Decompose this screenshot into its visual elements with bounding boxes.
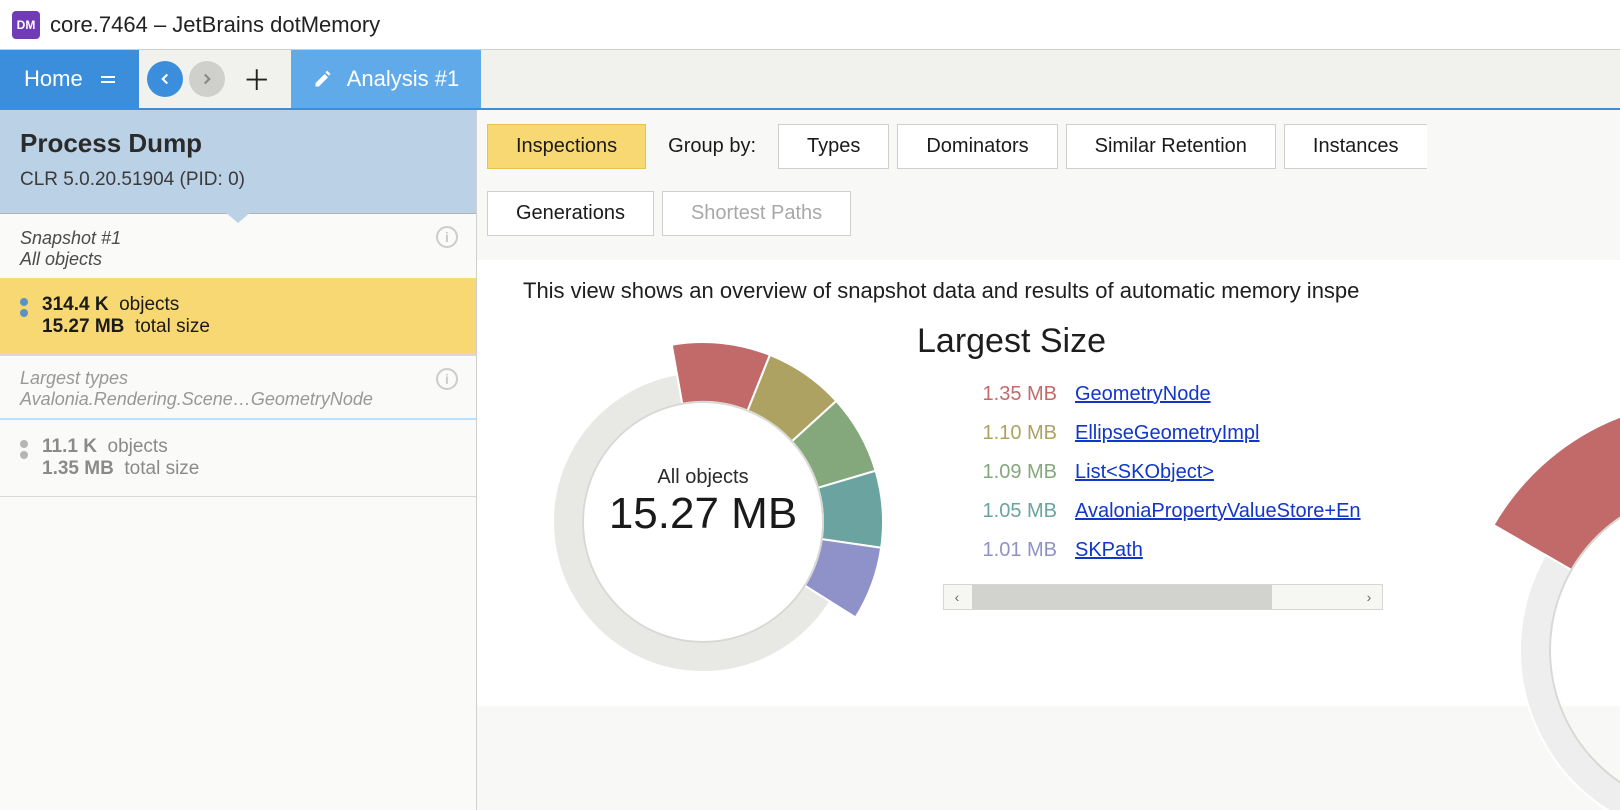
- legend-size: 1.35 MB: [957, 383, 1057, 406]
- window-title: core.7464 – JetBrains dotMemory: [50, 12, 380, 38]
- snapshot-header[interactable]: Snapshot #1 All objects i: [0, 214, 476, 278]
- donut-sub: All objects: [657, 466, 748, 489]
- process-dump-header[interactable]: Process Dump CLR 5.0.20.51904 (PID: 0): [0, 110, 476, 214]
- arrow-left-icon: [156, 70, 174, 88]
- view-tabs: Inspections Group by: Types Dominators S…: [477, 124, 1620, 236]
- objects-icon: [20, 436, 28, 459]
- process-dump-subtitle: CLR 5.0.20.51904 (PID: 0): [20, 169, 456, 191]
- scroll-thumb[interactable]: [972, 585, 1272, 609]
- snapshot-scope: All objects: [20, 249, 456, 270]
- info-icon[interactable]: i: [436, 368, 458, 390]
- add-button[interactable]: ＋: [231, 59, 283, 99]
- forward-button: [189, 61, 225, 97]
- largest-types-subtitle: Avalonia.Rendering.Scene…GeometryNode: [20, 389, 456, 410]
- home-label: Home: [24, 66, 83, 92]
- objects-icon: [20, 294, 28, 317]
- secondary-donut: [1460, 400, 1620, 810]
- legend-link[interactable]: EllipseGeometryImpl: [1075, 422, 1260, 445]
- overview-description: This view shows an overview of snapshot …: [523, 278, 1620, 304]
- snapshot-card-all-objects[interactable]: 314.4 K objects 15.27 MB total size: [0, 278, 476, 355]
- legend-scrollbar[interactable]: ‹ ›: [943, 584, 1383, 610]
- analysis-tab[interactable]: Analysis #1: [291, 50, 482, 108]
- largest-types-title: Largest types: [20, 368, 456, 389]
- main-panel: Inspections Group by: Types Dominators S…: [477, 110, 1620, 810]
- largest-objects-line: 11.1 K objects: [42, 436, 199, 458]
- arrow-right-icon: [198, 70, 216, 88]
- back-button[interactable]: [147, 61, 183, 97]
- tab-similar-retention[interactable]: Similar Retention: [1066, 124, 1276, 169]
- legend-link[interactable]: SKPath: [1075, 539, 1143, 562]
- legend-size: 1.01 MB: [957, 539, 1057, 562]
- tab-types[interactable]: Types: [778, 124, 889, 169]
- info-icon[interactable]: i: [436, 226, 458, 248]
- toolbar: Home ＋ Analysis #1: [0, 50, 1620, 110]
- snapshot-objects-line: 314.4 K objects: [42, 294, 210, 316]
- legend-link[interactable]: List<SKObject>: [1075, 461, 1214, 484]
- largest-types-header[interactable]: Largest types Avalonia.Rendering.Scene…G…: [0, 355, 476, 418]
- nav-buttons: ＋: [139, 50, 291, 108]
- process-dump-title: Process Dump: [20, 128, 456, 159]
- donut-main: 15.27 MB: [609, 489, 797, 539]
- legend-size: 1.05 MB: [957, 500, 1057, 523]
- tab-generations[interactable]: Generations: [487, 191, 654, 236]
- home-button[interactable]: Home: [0, 50, 139, 108]
- legend-size: 1.09 MB: [957, 461, 1057, 484]
- tab-dominators[interactable]: Dominators: [897, 124, 1057, 169]
- largest-size-title: Largest Size: [917, 322, 1620, 361]
- legend-size: 1.10 MB: [957, 422, 1057, 445]
- largest-size-donut[interactable]: All objects 15.27 MB: [523, 322, 883, 682]
- scroll-right-icon[interactable]: ›: [1356, 589, 1382, 605]
- app-icon: DM: [12, 11, 40, 39]
- tab-shortest-paths: Shortest Paths: [662, 191, 851, 236]
- tab-inspections[interactable]: Inspections: [487, 124, 646, 169]
- pencil-icon: [313, 69, 333, 89]
- sidebar: Process Dump CLR 5.0.20.51904 (PID: 0) S…: [0, 110, 477, 810]
- legend-link[interactable]: AvaloniaPropertyValueStore+En: [1075, 500, 1361, 523]
- donut-center: All objects 15.27 MB: [523, 322, 883, 682]
- snapshot-size-line: 15.27 MB total size: [42, 316, 210, 338]
- scroll-left-icon[interactable]: ‹: [944, 589, 970, 605]
- analysis-tab-label: Analysis #1: [347, 66, 460, 92]
- tab-instances[interactable]: Instances: [1284, 124, 1427, 169]
- snapshot-card-largest-type[interactable]: 11.1 K objects 1.35 MB total size: [0, 418, 476, 497]
- overview-panel: This view shows an overview of snapshot …: [477, 260, 1620, 706]
- titlebar: DM core.7464 – JetBrains dotMemory: [0, 0, 1620, 50]
- legend-link[interactable]: GeometryNode: [1075, 383, 1211, 406]
- group-by-label: Group by:: [654, 125, 770, 168]
- largest-size-line: 1.35 MB total size: [42, 458, 199, 480]
- home-dropdown-icon[interactable]: [101, 72, 115, 86]
- snapshot-name: Snapshot #1: [20, 228, 456, 249]
